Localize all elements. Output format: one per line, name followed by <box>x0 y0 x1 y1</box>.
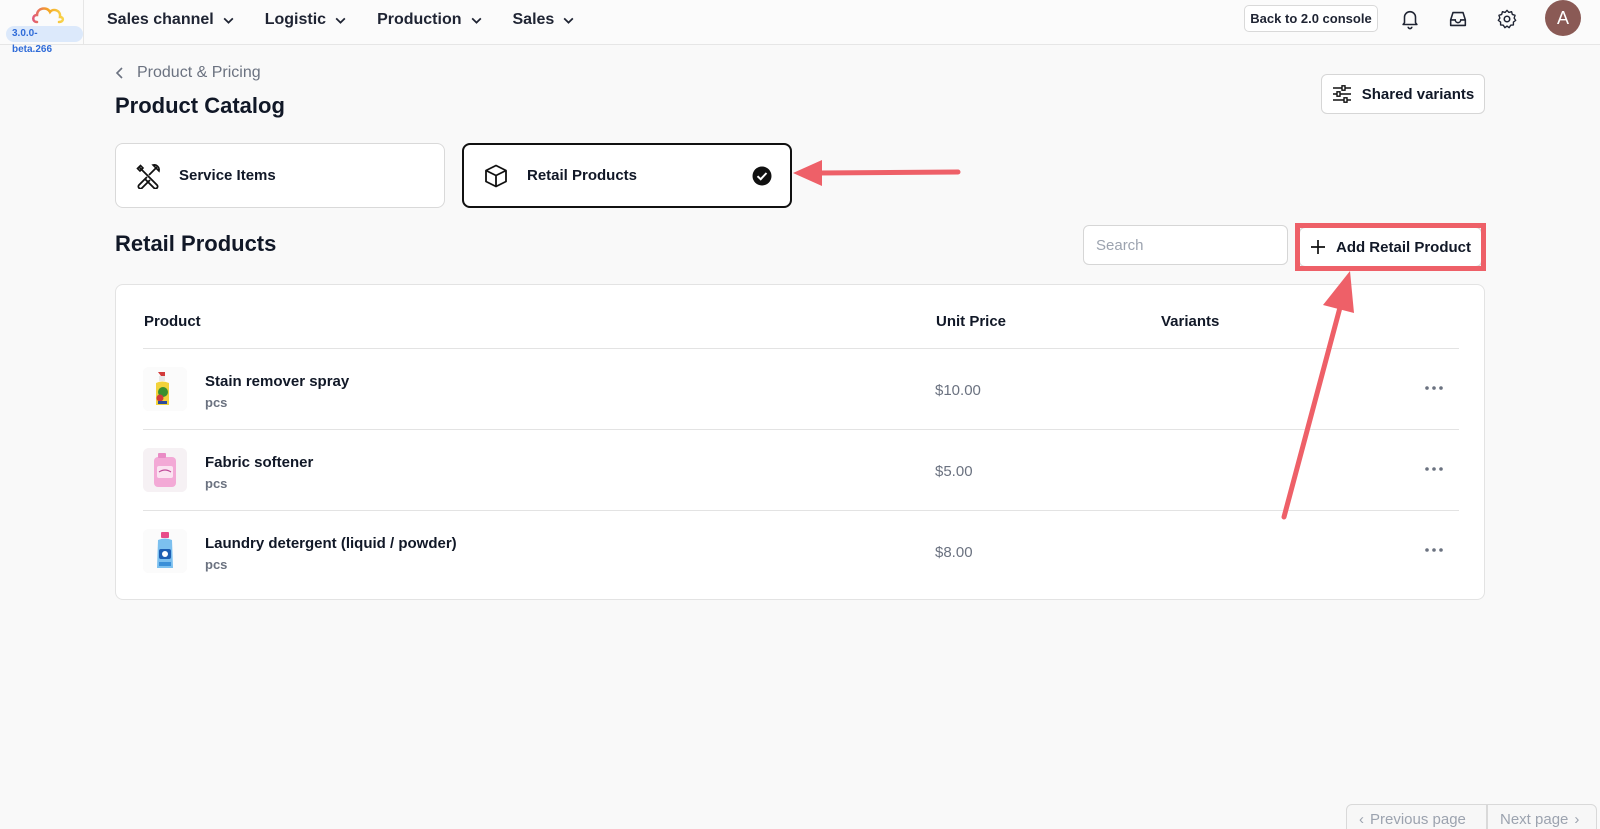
nav-logistic[interactable]: Logistic <box>265 0 347 40</box>
nav-label: Logistic <box>264 11 327 28</box>
back-to-console-button[interactable]: Back to 2.0 console <box>1244 5 1378 32</box>
box-icon <box>485 164 507 187</box>
table-row[interactable]: Stain remover spray pcs $10.00 <box>143 349 1459 430</box>
annotation-highlight-box <box>1295 223 1486 271</box>
arrow-left-annotation <box>793 160 961 186</box>
check-circle-icon <box>752 166 772 186</box>
column-header-product: Product <box>144 313 201 330</box>
product-unit: pcs <box>205 476 228 491</box>
bell-icon[interactable] <box>1399 8 1421 30</box>
product-name: Stain remover spray <box>205 373 350 390</box>
search-input[interactable] <box>1083 225 1288 265</box>
product-unit: pcs <box>205 557 228 572</box>
nav-production[interactable]: Production <box>377 0 482 40</box>
product-thumbnail <box>143 529 187 573</box>
more-options-icon[interactable] <box>1423 542 1445 558</box>
product-price: $10.00 <box>935 382 981 399</box>
product-thumbnail <box>143 448 187 492</box>
top-navigation-bar: 3.0.0-beta.266 Sales channel Logistic Pr… <box>0 0 1600 55</box>
cloud-logo-icon <box>32 7 65 24</box>
section-title: Retail Products <box>115 231 277 256</box>
products-table: Product Unit Price Variants Stain remove… <box>115 284 1485 600</box>
inbox-icon[interactable] <box>1447 8 1469 30</box>
chevron-down-icon <box>471 17 481 24</box>
spray-bottle-icon <box>143 367 187 411</box>
breadcrumb[interactable]: Product & Pricing <box>115 64 261 82</box>
breadcrumb-label: Product & Pricing <box>137 64 261 81</box>
previous-page-label: Previous page <box>1370 810 1466 828</box>
product-price: $8.00 <box>935 544 973 561</box>
more-options-icon[interactable] <box>1423 461 1445 477</box>
main-nav: Sales channel Logistic Production Sales <box>107 0 605 45</box>
column-header-variants: Variants <box>1161 313 1220 330</box>
avatar[interactable]: A <box>1545 0 1581 36</box>
next-page-label: Next page <box>1500 810 1569 828</box>
tab-label: Service Items <box>179 167 276 184</box>
next-page-button[interactable]: Next page › <box>1487 804 1597 829</box>
product-price: $5.00 <box>935 463 973 480</box>
previous-page-button[interactable]: ‹ Previous page <box>1346 804 1487 829</box>
tab-label: Retail Products <box>527 167 638 184</box>
more-options-icon[interactable] <box>1423 380 1445 396</box>
chevron-down-icon <box>223 17 234 24</box>
tab-service-items[interactable]: Service Items <box>115 143 445 208</box>
product-unit: pcs <box>205 395 228 410</box>
detergent-bottle-icon <box>143 529 187 573</box>
column-header-unit-price: Unit Price <box>936 313 1007 330</box>
product-name: Laundry detergent (liquid / powder) <box>205 535 457 552</box>
page-title: Product Catalog <box>115 93 285 118</box>
table-row[interactable]: Laundry detergent (liquid / powder) pcs … <box>143 511 1459 592</box>
chevron-down-icon <box>335 17 346 24</box>
chevron-left-icon: ‹ <box>1359 810 1364 828</box>
product-name: Fabric softener <box>205 454 314 471</box>
gear-icon[interactable] <box>1496 8 1518 30</box>
logo-area[interactable]: 3.0.0-beta.266 <box>0 0 84 55</box>
tools-icon <box>136 163 160 189</box>
table-row[interactable]: Fabric softener pcs $5.00 <box>143 430 1459 511</box>
tab-retail-products[interactable]: Retail Products <box>462 143 792 208</box>
nav-label: Sales channel <box>107 11 214 28</box>
version-badge: 3.0.0-beta.266 <box>6 26 83 55</box>
nav-label: Production <box>377 11 462 28</box>
chevron-down-icon <box>563 17 574 24</box>
product-thumbnail <box>143 367 187 411</box>
nav-label: Sales <box>512 11 555 28</box>
chevron-left-icon <box>115 67 123 79</box>
softener-bottle-icon <box>143 448 187 492</box>
nav-sales[interactable]: Sales <box>513 0 576 40</box>
sliders-icon <box>1332 85 1351 103</box>
shared-variants-label: Shared variants <box>1361 85 1475 103</box>
chevron-right-icon: › <box>1574 810 1580 828</box>
nav-sales-channel[interactable]: Sales channel <box>107 0 235 40</box>
shared-variants-button[interactable]: Shared variants <box>1321 74 1485 114</box>
